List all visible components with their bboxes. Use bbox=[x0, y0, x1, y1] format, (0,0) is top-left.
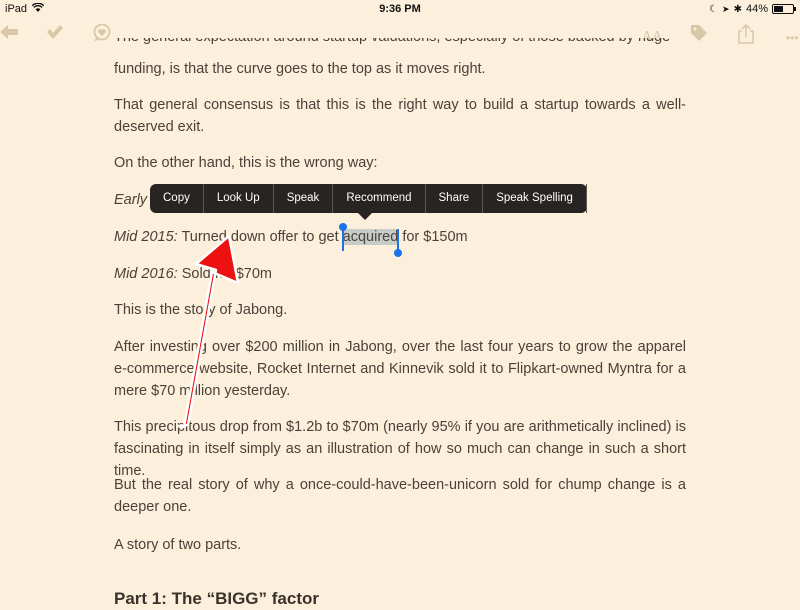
paragraph: This is the story of Jabong. bbox=[114, 302, 288, 318]
menu-look-up[interactable]: Look Up bbox=[204, 184, 274, 213]
location-icon: ➤ bbox=[722, 3, 730, 14]
clock: 9:36 PM bbox=[379, 3, 421, 15]
heart-speech-icon[interactable] bbox=[92, 23, 112, 46]
selection-end-handle[interactable] bbox=[394, 229, 403, 257]
menu-speak[interactable]: Speak bbox=[274, 184, 334, 213]
tag-icon[interactable] bbox=[690, 24, 708, 46]
bluetooth-icon: ✱ bbox=[733, 3, 742, 15]
timeline-mid-2016: Mid 2016: Sold for $70m bbox=[114, 266, 272, 282]
paragraph: This precipitous drop from $1.2b to $70m… bbox=[114, 419, 686, 479]
paragraph-cut: The general expectation around startup v… bbox=[114, 38, 686, 48]
text-selection-menu: Copy Look Up Speak Recommend Share Speak… bbox=[150, 184, 587, 220]
battery-icon bbox=[772, 4, 796, 14]
selection-start-handle[interactable] bbox=[338, 223, 347, 251]
share-icon[interactable] bbox=[738, 23, 754, 48]
checkmark-icon[interactable] bbox=[46, 24, 64, 44]
timeline-label: Mid 2015: bbox=[114, 229, 178, 245]
status-bar: iPad 9:36 PM ☾ ➤ ✱ 44% bbox=[0, 0, 800, 18]
moon-icon: ☾ bbox=[709, 3, 719, 15]
back-arrow-icon[interactable] bbox=[0, 24, 18, 44]
selected-text[interactable]: acquired bbox=[338, 223, 403, 257]
menu-speak-spelling[interactable]: Speak Spelling bbox=[483, 184, 587, 213]
paragraph: funding, is that the curve goes to the t… bbox=[114, 61, 486, 77]
paragraph: But the real story of why a once-could-h… bbox=[114, 477, 686, 515]
menu-pointer bbox=[358, 213, 372, 220]
battery-percent: 44% bbox=[745, 3, 768, 15]
more-icon[interactable]: ••• bbox=[786, 28, 799, 48]
section-heading: Part 1: The “BIGG” factor bbox=[114, 589, 319, 608]
timeline-mid-2015: Mid 2015: Turned down offer to get acqui… bbox=[114, 223, 686, 257]
menu-share[interactable]: Share bbox=[426, 184, 484, 213]
paragraph: On the other hand, this is the wrong way… bbox=[114, 155, 378, 171]
timeline-label: Mid 2016: bbox=[114, 266, 178, 282]
menu-copy[interactable]: Copy bbox=[150, 184, 204, 213]
paragraph: After investing over $200 million in Jab… bbox=[114, 339, 686, 399]
menu-recommend[interactable]: Recommend bbox=[333, 184, 426, 213]
paragraph: That general consensus is that this is t… bbox=[114, 97, 686, 135]
paragraph: A story of two parts. bbox=[114, 537, 242, 553]
